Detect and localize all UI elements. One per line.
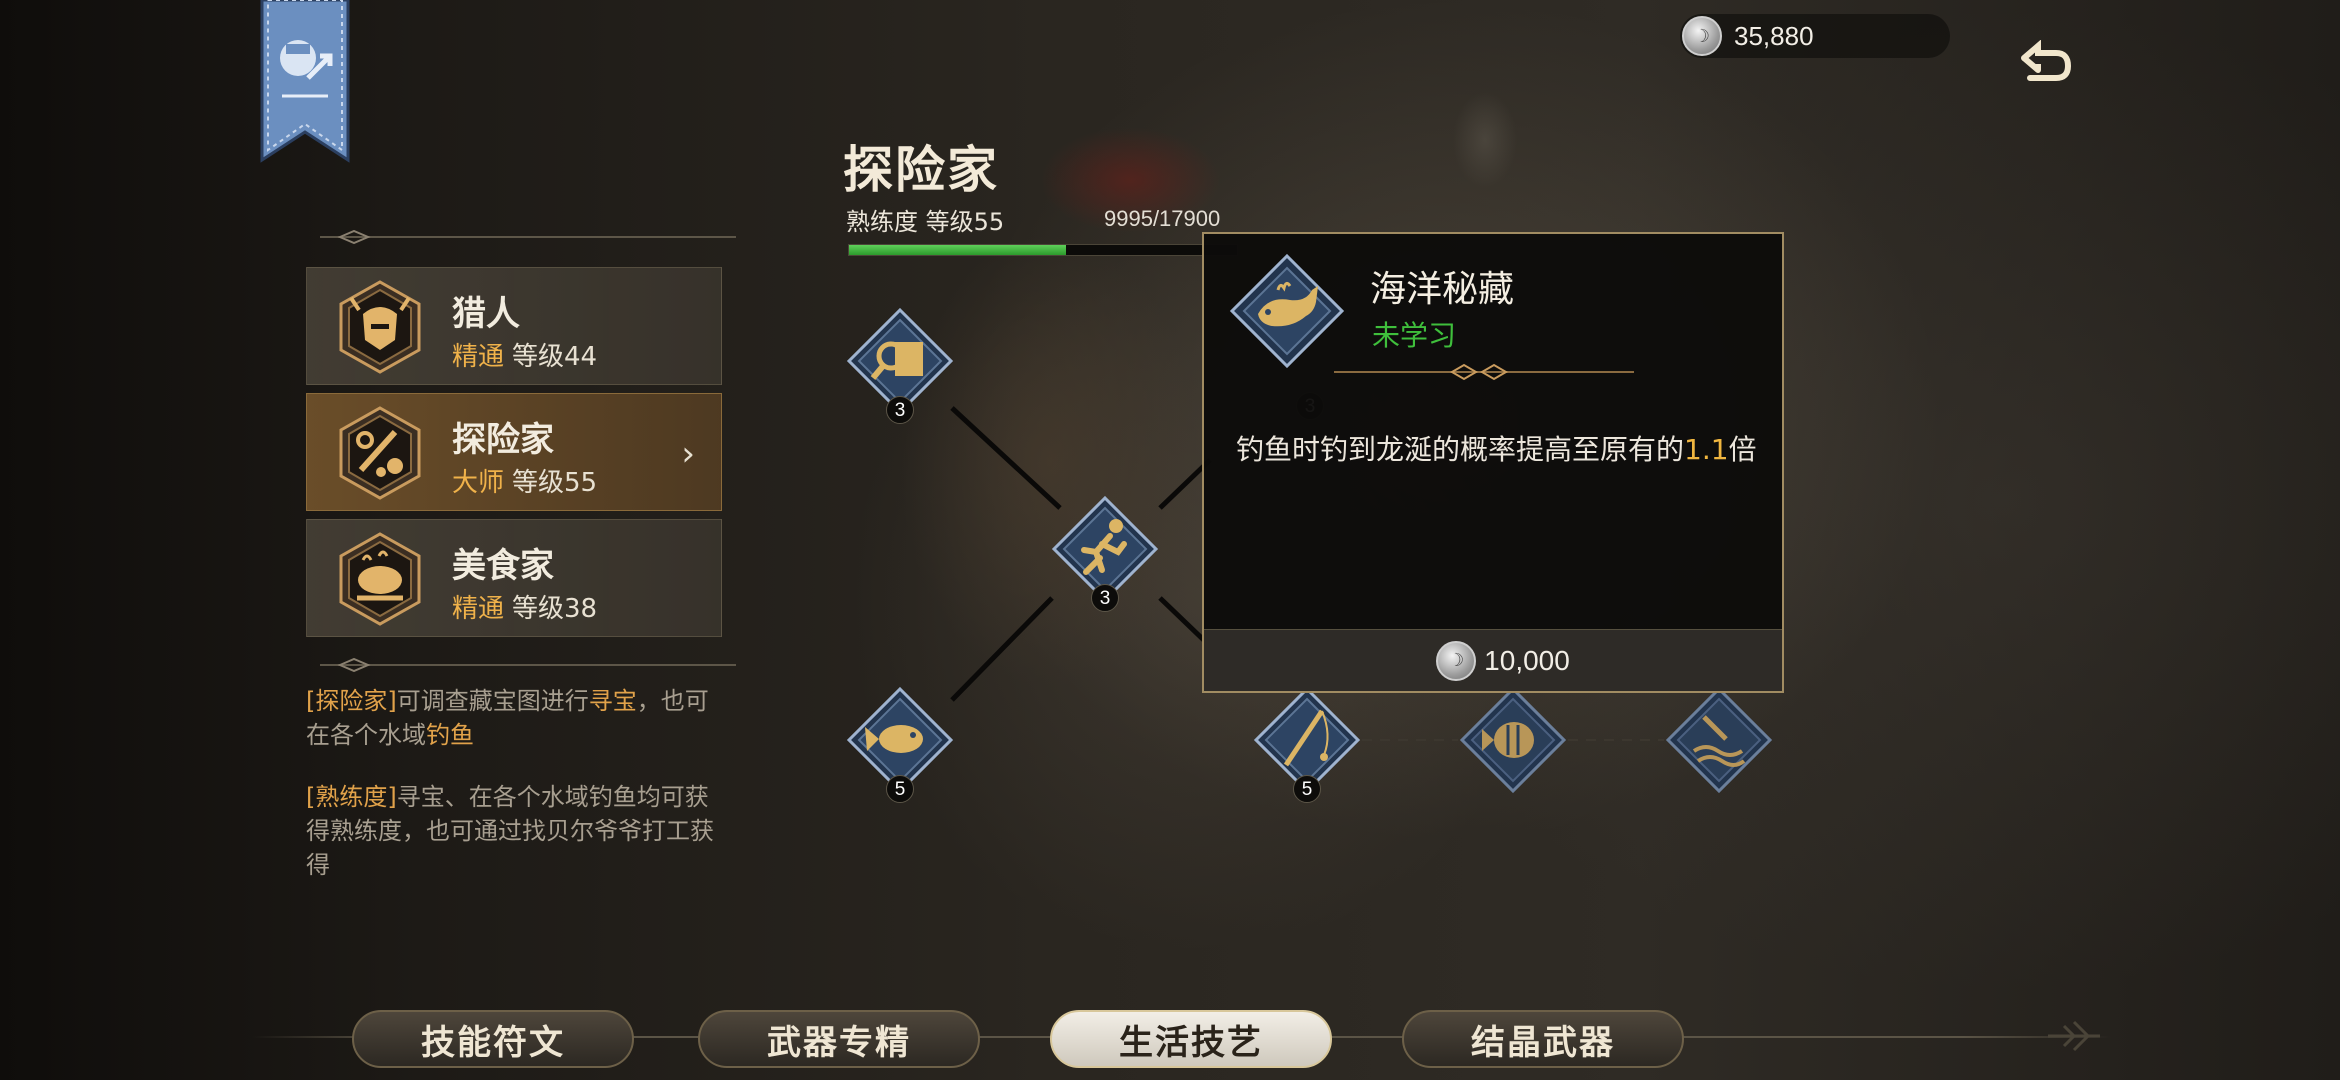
tooltip-title: 海洋秘藏 xyxy=(1370,269,1515,310)
page-title: 探险家 xyxy=(843,140,999,199)
proficiency-label: 熟练度 等级55 xyxy=(846,208,1005,236)
tab-weapon-mastery[interactable]: 武器专精 xyxy=(680,1004,998,1074)
class-rank: 精通 xyxy=(452,594,505,624)
proficiency-bar-fill xyxy=(849,245,1066,255)
tropical-fish-icon xyxy=(1459,686,1567,794)
desc-tag: [熟练度] xyxy=(306,783,397,811)
proficiency-bar xyxy=(848,244,1238,256)
skill-node-anchor-wave[interactable] xyxy=(1664,685,1774,795)
silver-coin-icon: ☽ xyxy=(1436,640,1477,681)
node-level-count: 5 xyxy=(1293,775,1321,803)
chevron-right-icon: › xyxy=(681,434,695,474)
tooltip-desc-text: 倍 xyxy=(1728,433,1757,466)
tooltip-status: 未学习 xyxy=(1372,319,1457,352)
tab-label: 生活技艺 xyxy=(1119,1022,1263,1063)
roast-chicken-icon xyxy=(339,532,421,626)
class-name: 猎人 xyxy=(452,294,520,334)
tab-life-skills[interactable]: 生活技艺 xyxy=(1032,1004,1350,1074)
class-name: 探险家 xyxy=(452,420,554,460)
explorer-tools-icon xyxy=(339,406,421,500)
class-card-hunter[interactable]: 猎人 精通 等级44 xyxy=(306,267,722,385)
tab-crystal-weapons[interactable]: 结晶武器 xyxy=(1384,1004,1702,1074)
tooltip-divider-ornament xyxy=(1334,363,1634,381)
class-rank-level: 精通 等级44 xyxy=(452,336,597,373)
hunter-helmet-icon xyxy=(339,280,421,374)
tab-skill-runes[interactable]: 技能符文 xyxy=(334,1004,652,1074)
tooltip-cost-bar[interactable]: ☽ 10,000 xyxy=(1204,629,1782,691)
tab-label: 武器专精 xyxy=(767,1022,911,1063)
skill-node-running[interactable]: 3 xyxy=(1050,494,1160,612)
class-card-gourmet[interactable]: 美食家 精通 等级38 xyxy=(306,519,722,637)
node-level-count: 5 xyxy=(886,775,914,803)
proficiency-description: [熟练度]寻宝、在各个水域钓鱼均可获得熟练度，也可通过找贝尔爷爷打工获得 xyxy=(306,780,716,882)
currency-amount: 35,880 xyxy=(1734,20,1814,51)
back-arrow-icon[interactable] xyxy=(2016,39,2074,90)
class-rank: 精通 xyxy=(452,342,505,372)
tooltip-description: 钓鱼时钓到龙涎的概率提高至原有的1.1倍 xyxy=(1236,430,1766,470)
skill-tooltip: 海洋秘藏 未学习 钓鱼时钓到龙涎的概率提高至原有的1.1倍 ☽ 10,000 xyxy=(1202,232,1784,693)
desc-highlight: 钓鱼 xyxy=(426,721,474,749)
tab-bar-end-ornament xyxy=(2048,1020,2100,1052)
proficiency-value: 9995/17900 xyxy=(1104,206,1221,231)
lantern-decoration xyxy=(1440,80,1530,230)
class-rank-level: 精通 等级38 xyxy=(452,588,597,625)
desc-text: 可调查藏宝图进行 xyxy=(396,687,589,715)
skill-node-tropical-fish[interactable] xyxy=(1458,685,1568,795)
class-level: 等级55 xyxy=(512,468,598,498)
node-level-count: 3 xyxy=(886,396,914,424)
skill-node-fish[interactable]: 5 xyxy=(845,685,955,803)
anchor-wave-icon xyxy=(1665,686,1773,794)
class-rank-level: 大师 等级55 xyxy=(452,462,597,499)
class-level: 等级44 xyxy=(512,342,598,372)
desc-highlight: 寻宝 xyxy=(588,687,637,715)
skill-node-treasure-map[interactable]: 3 xyxy=(845,306,955,424)
class-description: [探险家]可调查藏宝图进行寻宝，也可在各个水域钓鱼 xyxy=(306,684,726,752)
silver-coin-icon: ☽ xyxy=(1682,16,1722,56)
tooltip-desc-number: 1.1 xyxy=(1684,433,1729,466)
skill-node-fishing-rod[interactable]: 5 xyxy=(1252,685,1362,803)
tab-label: 技能符文 xyxy=(421,1022,565,1063)
class-name: 美食家 xyxy=(452,546,554,586)
divider-ornament xyxy=(320,658,736,672)
tooltip-desc-text: 钓鱼时钓到龙涎的概率提高至原有的 xyxy=(1236,433,1685,466)
tab-label: 结晶武器 xyxy=(1471,1022,1615,1063)
node-level-count: 3 xyxy=(1091,584,1119,612)
desc-tag: [探险家] xyxy=(306,687,397,715)
guild-banner-icon[interactable] xyxy=(258,0,352,172)
divider-ornament xyxy=(320,230,736,244)
class-rank: 大师 xyxy=(452,468,505,498)
whale-icon xyxy=(1229,253,1345,369)
tooltip-cost: 10,000 xyxy=(1484,644,1570,676)
class-level: 等级38 xyxy=(512,594,598,624)
class-card-explorer[interactable]: 探险家 大师 等级55 › xyxy=(306,393,722,511)
silver-currency-display: ☽ 35,880 xyxy=(1680,14,1950,58)
